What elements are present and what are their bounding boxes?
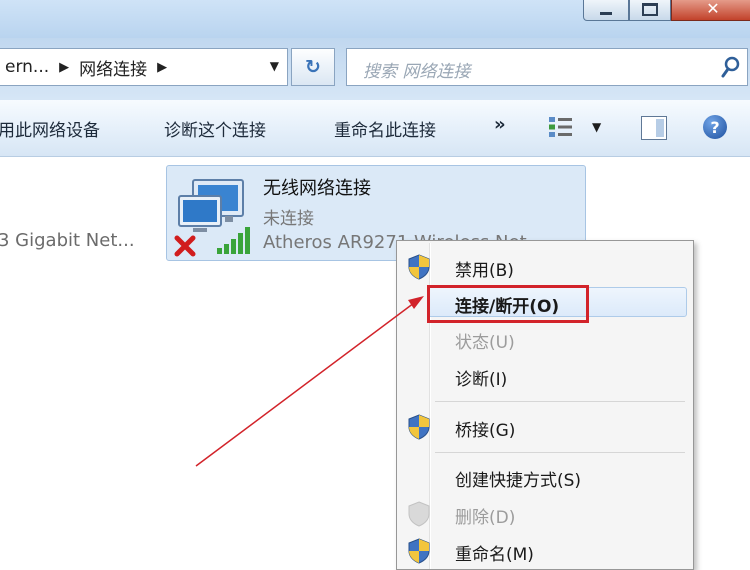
menu-item-create-shortcut[interactable]: 创建快捷方式(S) bbox=[397, 459, 693, 493]
disconnected-x-icon bbox=[174, 235, 196, 257]
help-icon[interactable]: ? bbox=[703, 115, 727, 139]
address-dropdown-icon[interactable]: ▼ bbox=[270, 59, 279, 73]
menu-item-label: 状态(U) bbox=[455, 333, 515, 353]
menu-separator bbox=[435, 452, 685, 453]
breadcrumb-current[interactable]: 网络连接 bbox=[79, 55, 147, 80]
command-bar: 用此网络设备 诊断这个连接 重命名此连接 » ▼ ? bbox=[0, 100, 750, 157]
title-bar: ✕ bbox=[0, 0, 750, 38]
minimize-button[interactable] bbox=[583, 0, 629, 21]
menu-item-status: 状态(U) bbox=[397, 321, 693, 355]
help-glyph: ? bbox=[710, 117, 720, 137]
network-adapter-icon bbox=[174, 179, 250, 257]
more-commands-button[interactable]: » bbox=[494, 114, 506, 135]
address-row: ern... ▶ 网络连接 ▶ ▼ ↻ 搜索 网络连接 bbox=[0, 38, 750, 100]
menu-item-label: 桥接(G) bbox=[455, 421, 516, 441]
close-icon: ✕ bbox=[706, 0, 720, 18]
refresh-button[interactable]: ↻ bbox=[291, 48, 335, 86]
annotation-highlight-box bbox=[427, 285, 589, 323]
address-bar[interactable]: ern... ▶ 网络连接 ▶ ▼ bbox=[0, 48, 288, 86]
uac-shield-icon bbox=[408, 254, 430, 280]
maximize-button[interactable] bbox=[629, 0, 671, 21]
menu-item-disable[interactable]: 禁用(B) bbox=[397, 249, 693, 283]
menu-item-label: 删除(D) bbox=[455, 508, 516, 528]
signal-bars-icon bbox=[217, 227, 250, 254]
uac-shield-icon bbox=[408, 538, 430, 564]
search-placeholder: 搜索 网络连接 bbox=[363, 62, 471, 82]
view-dropdown-icon[interactable]: ▼ bbox=[592, 120, 601, 134]
breadcrumb-parent[interactable]: ern... bbox=[0, 57, 49, 77]
menu-item-label: 重命名(M) bbox=[455, 545, 534, 565]
context-menu: 禁用(B) 连接/断开(O) 状态(U) 诊断(I) 桥接(G) 创建快捷方式(… bbox=[396, 240, 694, 570]
search-icon[interactable] bbox=[721, 56, 741, 78]
minimize-icon bbox=[600, 11, 612, 15]
uac-shield-icon bbox=[408, 501, 430, 527]
uac-shield-icon bbox=[408, 414, 430, 440]
close-button[interactable]: ✕ bbox=[671, 0, 750, 21]
menu-item-label: 诊断(I) bbox=[455, 370, 508, 390]
preview-pane-icon[interactable] bbox=[641, 116, 667, 140]
diagnose-connection-button[interactable]: 诊断这个连接 bbox=[164, 116, 266, 141]
maximize-icon bbox=[642, 2, 658, 16]
ethernet-adapter-label[interactable]: 3 Gigabit Net... bbox=[0, 230, 135, 251]
breadcrumb-separator-end[interactable]: ▶ bbox=[157, 60, 167, 75]
rename-connection-button[interactable]: 重命名此连接 bbox=[334, 116, 436, 141]
menu-item-bridge[interactable]: 桥接(G) bbox=[397, 409, 693, 443]
window-controls: ✕ bbox=[583, 0, 750, 22]
connection-name: 无线网络连接 bbox=[263, 178, 371, 199]
menu-item-diagnose[interactable]: 诊断(I) bbox=[397, 358, 693, 392]
menu-item-label: 禁用(B) bbox=[455, 261, 514, 281]
menu-separator bbox=[435, 401, 685, 402]
search-box[interactable]: 搜索 网络连接 bbox=[346, 48, 748, 86]
refresh-icon: ↻ bbox=[305, 56, 321, 78]
menu-item-delete: 删除(D) bbox=[397, 496, 693, 530]
breadcrumb-separator[interactable]: ▶ bbox=[59, 60, 69, 75]
menu-item-label: 创建快捷方式(S) bbox=[455, 471, 582, 491]
connection-status: 未连接 bbox=[263, 209, 314, 229]
menu-item-rename[interactable]: 重命名(M) bbox=[397, 533, 693, 567]
view-options-icon[interactable] bbox=[548, 116, 574, 138]
disable-device-button[interactable]: 用此网络设备 bbox=[0, 116, 100, 141]
